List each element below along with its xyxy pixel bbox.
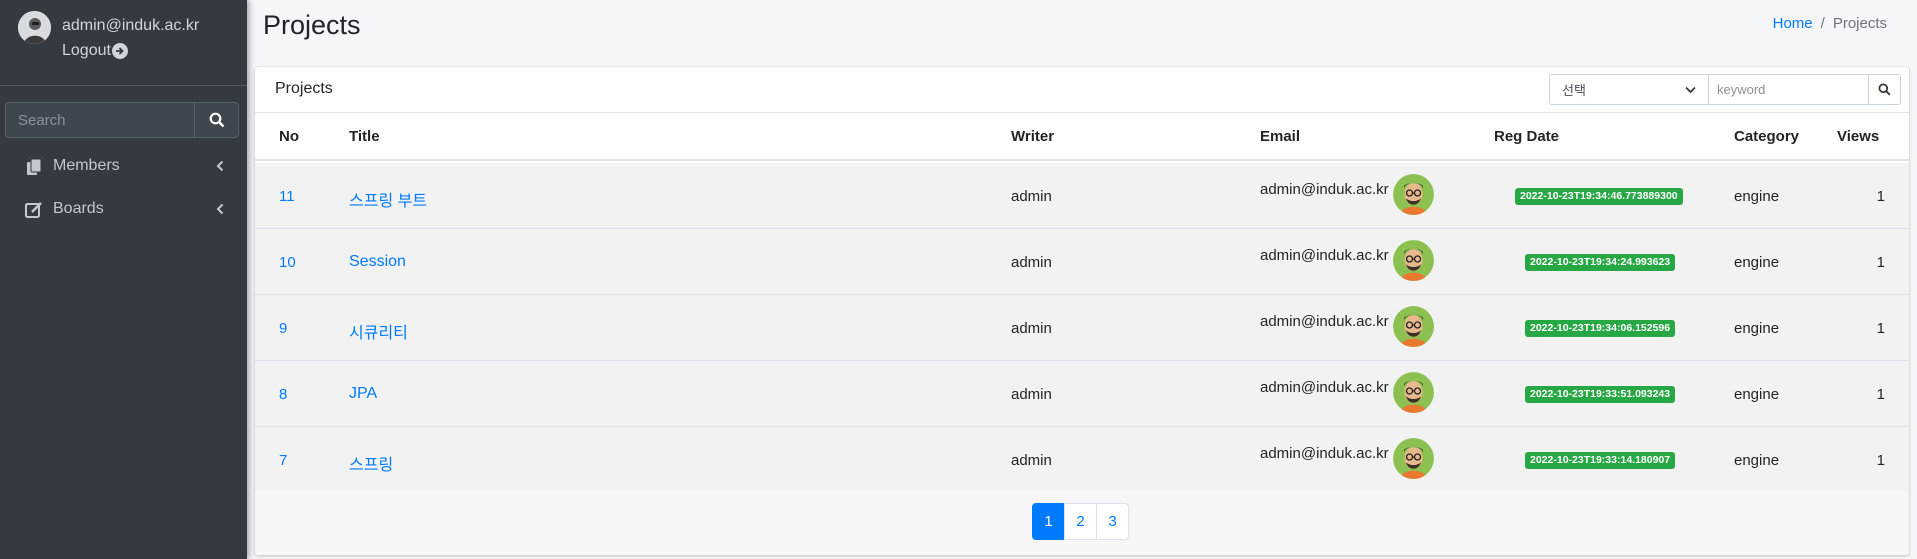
row-views: 1 [1876,188,1885,205]
row-views: 1 [1876,452,1885,469]
row-category: engine [1734,386,1780,403]
row-views: 1 [1876,386,1885,403]
card-title: Projects [275,80,333,97]
sidebar-item-label: Boards [53,200,104,217]
logout-label: Logout [62,42,111,59]
column-header-category[interactable]: Category [1734,128,1799,145]
sidebar-search-button[interactable] [194,102,239,138]
row-email: admin@induk.ac.kr [1260,181,1389,198]
reg-date-badge: 2022-10-23T19:33:51.093243 [1525,386,1676,403]
keyword-input[interactable] [1709,74,1869,105]
sidebar-item-members[interactable]: Members [0,146,247,186]
keyword-search-button[interactable] [1869,74,1901,105]
breadcrumb-current: Projects [1832,15,1887,32]
row-category: engine [1734,254,1780,271]
reg-date-badge: 2022-10-23T19:34:24.993623 [1525,254,1676,271]
chevron-left-icon [214,159,226,173]
column-header-writer[interactable]: Writer [1011,128,1054,145]
table-header: No Title Writer Email Reg Date Category … [255,113,1909,161]
avatar-icon [1393,306,1434,347]
page-link-1[interactable]: 1 [1032,503,1065,540]
avatar-icon [1393,438,1434,479]
table-row: 11 스프링 부트 admin admin@induk.ac.kr 2022-10-23… [255,163,1909,229]
card-footer: 123 [255,491,1909,555]
column-header-reg-date[interactable]: Reg Date [1494,128,1559,145]
breadcrumb-home-link[interactable]: Home [1773,15,1813,32]
page-link-2[interactable]: 2 [1064,503,1097,540]
reg-date-badge: 2022-10-23T19:34:06.152596 [1525,320,1676,337]
column-header-no[interactable]: No [279,128,299,145]
table-row: 9 시큐리티 admin admin@induk.ac.kr 2022-10-23T19… [255,295,1909,361]
chevron-down-icon [1685,86,1696,93]
avatar-icon [1393,174,1434,215]
search-type-select[interactable]: 선택 [1549,74,1709,105]
row-number-link[interactable]: 11 [279,188,295,205]
user-email[interactable]: admin@induk.ac.kr [62,17,199,35]
avatar-icon [1393,240,1434,281]
select-value: 선택 [1562,83,1586,98]
sidebar-item-boards[interactable]: Boards [0,189,247,229]
row-title-link[interactable]: Session [349,253,406,271]
column-header-views[interactable]: Views [1837,128,1879,145]
row-views: 1 [1876,254,1885,271]
row-writer: admin [1011,320,1052,337]
row-writer: admin [1011,386,1052,403]
pagination: 123 [1032,503,1129,540]
row-number-link[interactable]: 9 [279,320,287,337]
reg-date-badge: 2022-10-23T19:33:14.180907 [1525,452,1676,469]
page-link-3[interactable]: 3 [1096,503,1129,540]
row-number-link[interactable]: 10 [279,254,296,271]
search-icon [1878,83,1891,96]
column-header-email[interactable]: Email [1260,128,1300,145]
copy-icon [25,158,43,176]
user-avatar[interactable] [18,11,51,44]
sidebar: admin@induk.ac.kr Logout Members Boards [0,0,247,559]
row-category: engine [1734,320,1780,337]
row-writer: admin [1011,188,1052,205]
column-header-title[interactable]: Title [349,128,380,145]
breadcrumb: Home / Projects [1773,15,1887,32]
sidebar-search-input[interactable] [5,102,194,138]
breadcrumb-separator: / [1820,15,1825,32]
table-row: 7 스프링 admin admin@induk.ac.kr 2022-10-23T19:… [255,427,1909,493]
sidebar-search [5,102,239,138]
row-number-link[interactable]: 7 [279,452,287,469]
row-number-link[interactable]: 8 [279,386,287,403]
row-category: engine [1734,452,1780,469]
row-email: admin@induk.ac.kr [1260,379,1389,396]
avatar-icon [1393,372,1434,413]
row-title-link[interactable]: 스프링 [349,451,393,475]
row-email: admin@induk.ac.kr [1260,445,1389,462]
search-icon [209,112,224,128]
reg-date-badge: 2022-10-23T19:34:46.773889300 [1515,188,1683,205]
row-writer: admin [1011,452,1052,469]
table-row: 8 JPA admin admin@induk.ac.kr 2022-10-23T19:… [255,361,1909,427]
search-tools: 선택 [1549,74,1901,105]
row-writer: admin [1011,254,1052,271]
row-views: 1 [1876,320,1885,337]
user-panel: admin@induk.ac.kr Logout [0,0,247,86]
card-header: Projects 선택 [255,67,1909,113]
row-category: engine [1734,188,1780,205]
row-email: admin@induk.ac.kr [1260,313,1389,330]
projects-card: Projects 선택 No Title Writer Email Reg Da… [255,67,1909,555]
logout-link[interactable]: Logout [62,42,128,60]
arrow-right-circle-icon [111,43,128,59]
row-email: admin@induk.ac.kr [1260,247,1389,264]
edit-icon [25,201,43,219]
row-title-link[interactable]: JPA [349,385,377,403]
page-title: Projects [263,10,361,40]
row-title-link[interactable]: 스프링 부트 [349,187,427,211]
table-row: 10 Session admin admin@induk.ac.kr 2022-10-2… [255,229,1909,295]
sidebar-item-label: Members [53,157,120,174]
user-photo-icon [18,11,51,44]
row-title-link[interactable]: 시큐리티 [349,319,408,343]
chevron-left-icon [214,202,226,216]
